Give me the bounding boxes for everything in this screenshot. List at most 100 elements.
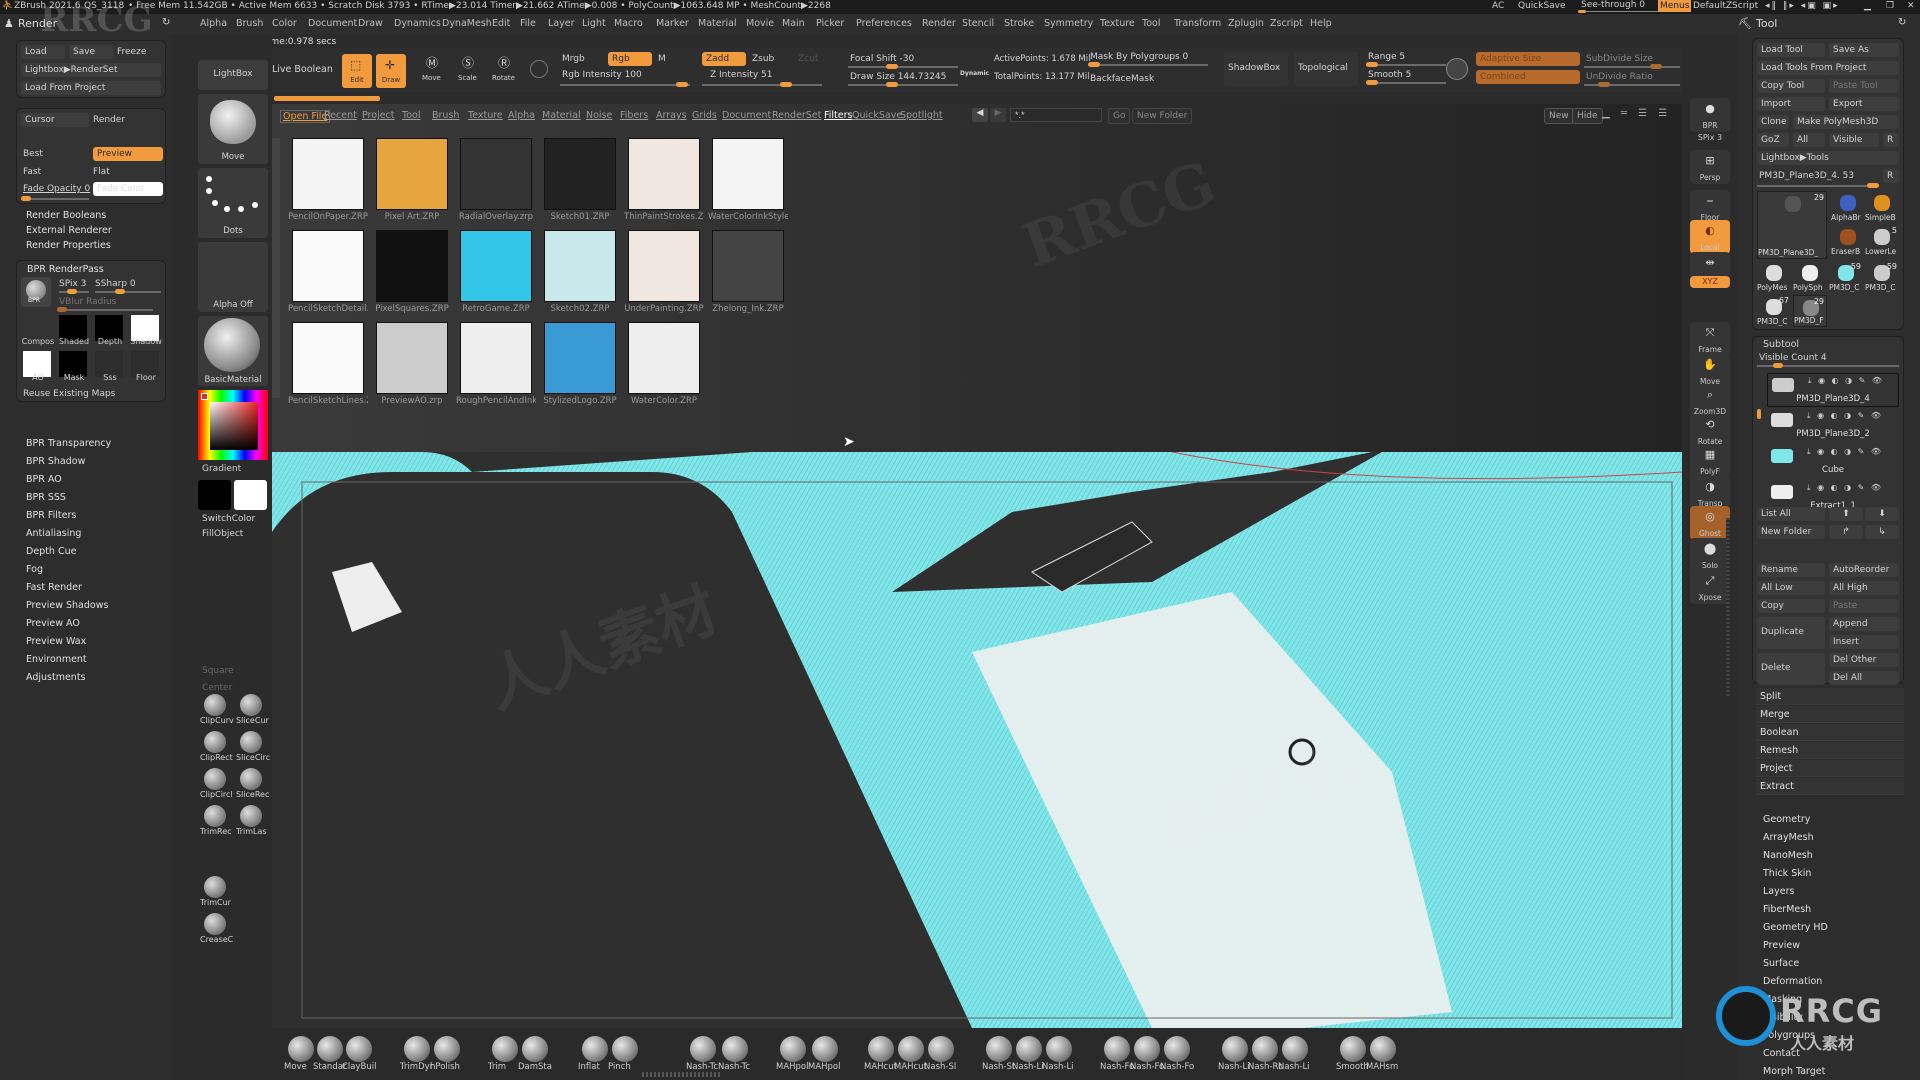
render-item-bpr-shadow[interactable]: BPR Shadow <box>26 456 85 467</box>
lightbox-file-thumb[interactable] <box>292 322 364 394</box>
lightbox-size-icons[interactable]: ▁ ═ ☰ ☰ <box>1602 108 1671 119</box>
menu-zscript[interactable]: Zscript <box>1270 18 1303 29</box>
tool-thumb[interactable]: 59 PM3D_C <box>1865 261 1899 293</box>
rgb-intensity-knob[interactable] <box>676 82 688 87</box>
center-toggle[interactable]: Center <box>202 683 232 693</box>
brush-trim-icon[interactable] <box>492 1036 518 1062</box>
lightbox-tab-filters[interactable]: Filters <box>824 110 852 121</box>
right-shelf-local-button[interactable]: ◐ Local <box>1690 220 1730 254</box>
smooth-knob[interactable] <box>1366 80 1378 85</box>
menu-transform[interactable]: Transform <box>1174 18 1221 29</box>
layout-arrows-icon[interactable]: ◂‖ ‖▸ ◂▣ ▣▸ <box>1765 1 1840 11</box>
clip-tool-clipcircl-icon[interactable] <box>204 768 226 790</box>
seethrough-track[interactable] <box>1578 10 1658 13</box>
sculptris-pro-icon[interactable] <box>1446 58 1468 80</box>
rotate-mode-icon[interactable]: Ⓡ <box>498 54 510 71</box>
square-toggle[interactable]: Square <box>202 666 234 676</box>
menu-light[interactable]: Light <box>582 18 606 29</box>
seethrough-slider[interactable]: See-through 0 <box>1581 0 1645 10</box>
subtool-toggles-icon[interactable]: ⤓ ◉ ◐ ◑ ✎ 👁 <box>1807 483 1883 493</box>
ssharp-track[interactable] <box>95 289 161 294</box>
tool-section-arraymesh[interactable]: ArrayMesh <box>1763 832 1814 843</box>
undivide-ratio-slider[interactable]: UnDivide Ratio <box>1586 72 1653 82</box>
menus-toggle[interactable]: Menus <box>1658 0 1692 12</box>
render-item-adjustments[interactable]: Adjustments <box>26 672 86 683</box>
zsub-button[interactable]: Zsub <box>752 54 774 64</box>
rgb-intensity-track[interactable] <box>560 82 690 87</box>
brush-nash-li-icon[interactable] <box>1016 1036 1042 1062</box>
new-folder-button[interactable]: New Folder <box>1132 108 1193 124</box>
scale-mode-button[interactable]: Scale <box>458 74 477 82</box>
subtool-scrollbar[interactable] <box>1757 373 1761 503</box>
move-mode-button[interactable]: Move <box>422 74 441 82</box>
make-polymesh-button[interactable]: Make PolyMesh3D <box>1793 115 1899 129</box>
z-intensity-knob[interactable] <box>780 82 792 87</box>
menu-dynamics[interactable]: Dynamics <box>394 18 441 29</box>
visible-count-slider[interactable]: Visible Count 4 <box>1759 353 1827 363</box>
render-item-fog[interactable]: Fog <box>26 564 43 575</box>
brush-nash-rc-icon[interactable] <box>1252 1036 1278 1062</box>
lightbox-file-thumb[interactable] <box>544 322 616 394</box>
right-shelf-frame-button[interactable]: ⤧ Frame <box>1690 322 1730 356</box>
right-shelf-move-button[interactable]: ✋ Move <box>1690 354 1730 388</box>
folder-up-icon[interactable]: ↱ <box>1829 525 1863 539</box>
undivide-ratio-track[interactable] <box>1584 82 1680 87</box>
render-item-antialiasing[interactable]: Antialiasing <box>26 528 81 539</box>
tool-thumb[interactable]: EraserB <box>1831 225 1865 257</box>
menu-help[interactable]: Help <box>1310 18 1332 29</box>
subtool-action-split[interactable]: Split <box>1756 688 1904 705</box>
brush-nash-fo-icon[interactable] <box>1104 1036 1130 1062</box>
fast-button[interactable]: Fast <box>23 167 41 177</box>
undivide-knob[interactable] <box>1598 82 1610 87</box>
brush-nash-fo-icon[interactable] <box>1164 1036 1190 1062</box>
range-slider[interactable]: Range 5 <box>1368 52 1405 62</box>
lightbox-tab-renderset[interactable]: RenderSet <box>772 110 821 121</box>
menu-preferences[interactable]: Preferences <box>856 18 912 29</box>
brush-damsta-icon[interactable] <box>522 1036 548 1062</box>
right-shelf-rotate-button[interactable]: ⟲ Rotate <box>1690 414 1730 448</box>
lightbox-file-thumb[interactable] <box>628 138 700 210</box>
subdivide-knob[interactable] <box>1650 64 1662 69</box>
subtool-scroll-thumb[interactable] <box>1757 409 1761 419</box>
lightbox-file-thumb[interactable] <box>712 138 784 210</box>
main-color-swatch[interactable] <box>201 393 208 400</box>
draw-size-track[interactable] <box>848 82 958 87</box>
focal-shift-track[interactable] <box>848 64 958 69</box>
smooth-slider[interactable]: Smooth 5 <box>1368 70 1411 80</box>
lightbox-file-thumb[interactable] <box>376 322 448 394</box>
switchcolor-button[interactable]: SwitchColor <box>202 514 255 524</box>
cursor-button[interactable]: Cursor <box>21 113 89 127</box>
visible-count-knob[interactable] <box>1773 363 1783 368</box>
brush-nash-li-icon[interactable] <box>1046 1036 1072 1062</box>
adaptive-size-button[interactable]: Adaptive Size <box>1476 52 1580 66</box>
mask-by-polygroups-knob[interactable] <box>1088 62 1100 67</box>
tool-thumb[interactable]: 59 PM3D_C <box>1829 261 1863 293</box>
folder-down-icon[interactable]: ↳ <box>1865 525 1899 539</box>
lightbox-tab-grids[interactable]: Grids <box>692 110 717 121</box>
lightbox-button[interactable]: LightBox <box>198 60 268 90</box>
import-button[interactable]: Import <box>1757 97 1825 111</box>
close-icon[interactable]: ✕ <box>1907 1 1915 11</box>
clip-tool-cliprect-icon[interactable] <box>204 731 226 753</box>
color-picker[interactable] <box>198 390 268 460</box>
brush-trimdyr-icon[interactable] <box>404 1036 430 1062</box>
goz-visible-button[interactable]: Visible <box>1829 133 1879 147</box>
brush-claybuil-icon[interactable] <box>346 1036 372 1062</box>
menu-movie[interactable]: Movie <box>746 18 774 29</box>
tool-section-fibermesh[interactable]: FiberMesh <box>1763 904 1811 915</box>
vblur-track[interactable] <box>57 307 153 312</box>
menu-stroke[interactable]: Stroke <box>1004 18 1034 29</box>
flat-button[interactable]: Flat <box>93 167 110 177</box>
brush-pinch-icon[interactable] <box>612 1036 638 1062</box>
tool-section-preview[interactable]: Preview <box>1763 940 1800 951</box>
menu-main[interactable]: Main <box>782 18 805 29</box>
vblur-knob[interactable] <box>57 307 67 312</box>
save-as-button[interactable]: Save As <box>1829 43 1899 57</box>
lightbox-file-thumb[interactable] <box>376 230 448 302</box>
right-shelf-zoom3d-button[interactable]: ⌕ Zoom3D <box>1690 384 1730 418</box>
zcut-button[interactable]: Zcut <box>798 54 818 64</box>
subtool-toggles-icon[interactable]: ⤓ ◉ ◐ ◑ ✎ 👁 <box>1807 447 1883 457</box>
autoreorder-button[interactable]: AutoReorder <box>1829 563 1899 577</box>
z-intensity-slider[interactable]: Z Intensity 51 <box>710 70 773 80</box>
lightbox-tab-alpha[interactable]: Alpha <box>508 110 535 121</box>
